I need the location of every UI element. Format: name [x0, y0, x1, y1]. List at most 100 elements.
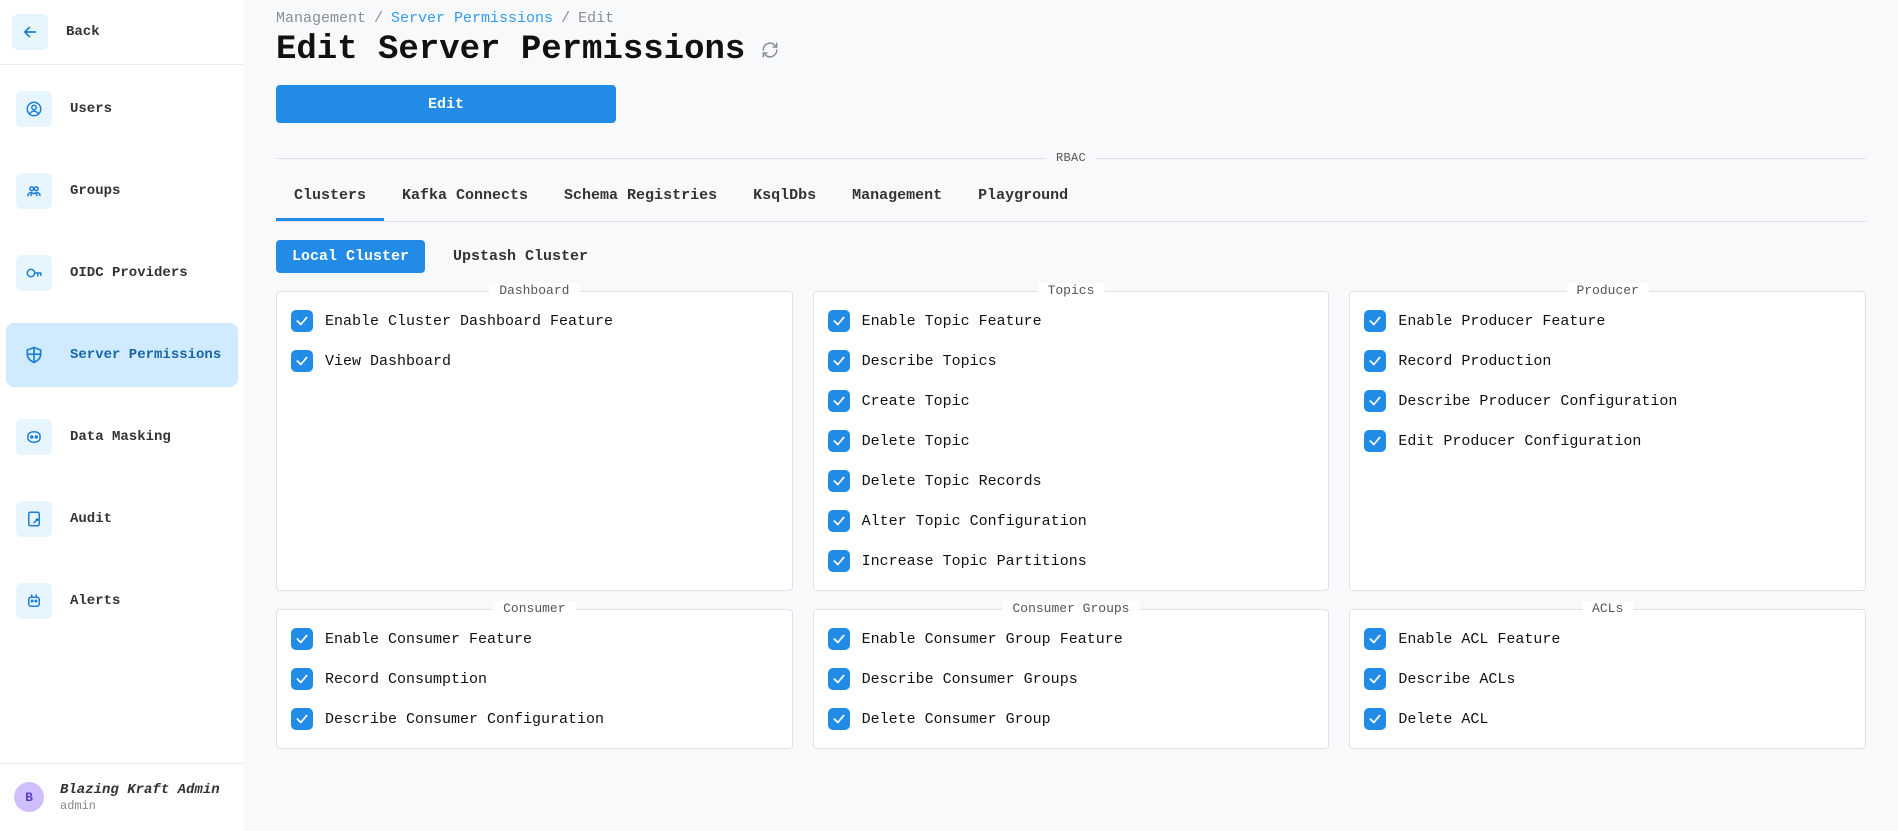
checkbox-checked-icon[interactable] — [291, 708, 313, 730]
permission-label: Create Topic — [862, 393, 970, 410]
tab-management[interactable]: Management — [834, 177, 960, 221]
permission-label: Delete Consumer Group — [862, 711, 1051, 728]
permission-item[interactable]: Delete Consumer Group — [828, 708, 1315, 730]
permission-label: Enable ACL Feature — [1398, 631, 1560, 648]
tab-kafka-connects[interactable]: Kafka Connects — [384, 177, 546, 221]
permission-label: Record Production — [1398, 353, 1551, 370]
permission-item[interactable]: Alter Topic Configuration — [828, 510, 1315, 532]
permission-label: Increase Topic Partitions — [862, 553, 1087, 570]
permission-item[interactable]: Describe Consumer Configuration — [291, 708, 778, 730]
page-title: Edit Server Permissions — [276, 31, 745, 69]
permission-item[interactable]: Describe Consumer Groups — [828, 668, 1315, 690]
checkbox-checked-icon[interactable] — [291, 350, 313, 372]
checkbox-checked-icon[interactable] — [828, 550, 850, 572]
sidebar-item-data-masking[interactable]: Data Masking — [6, 405, 238, 469]
permission-item[interactable]: Enable Producer Feature — [1364, 310, 1851, 332]
permission-item[interactable]: Enable Consumer Feature — [291, 628, 778, 650]
sidebar-item-audit[interactable]: Audit — [6, 487, 238, 551]
checkbox-checked-icon[interactable] — [1364, 628, 1386, 650]
sidebar-item-groups[interactable]: Groups — [6, 159, 238, 223]
checkbox-checked-icon[interactable] — [291, 310, 313, 332]
permission-item[interactable]: View Dashboard — [291, 350, 778, 372]
permission-label: View Dashboard — [325, 353, 451, 370]
sidebar-item-label: Data Masking — [70, 429, 171, 445]
checkbox-checked-icon[interactable] — [1364, 310, 1386, 332]
breadcrumb-parent[interactable]: Management — [276, 10, 366, 27]
tab-playground[interactable]: Playground — [960, 177, 1086, 221]
sidebar-item-label: OIDC Providers — [70, 265, 188, 281]
permission-list: Enable Consumer Group Feature Describe Co… — [828, 628, 1315, 730]
permission-item[interactable]: Edit Producer Configuration — [1364, 430, 1851, 452]
checkbox-checked-icon[interactable] — [828, 510, 850, 532]
mask-icon — [16, 419, 52, 455]
permission-label: Delete ACL — [1398, 711, 1488, 728]
card-legend: Producer — [1566, 283, 1648, 298]
footer-user-role: admin — [60, 799, 220, 813]
sidebar-item-label: Alerts — [70, 593, 120, 609]
checkbox-checked-icon[interactable] — [828, 430, 850, 452]
user-icon — [16, 91, 52, 127]
card-legend: Consumer — [493, 601, 575, 616]
avatar: B — [14, 782, 44, 812]
checkbox-checked-icon[interactable] — [291, 628, 313, 650]
permission-label: Alter Topic Configuration — [862, 513, 1087, 530]
permission-item[interactable]: Record Consumption — [291, 668, 778, 690]
permission-item[interactable]: Record Production — [1364, 350, 1851, 372]
permission-item[interactable]: Describe Topics — [828, 350, 1315, 372]
checkbox-checked-icon[interactable] — [828, 708, 850, 730]
permission-label: Describe Consumer Groups — [862, 671, 1078, 688]
sidebar-item-label: Audit — [70, 511, 112, 527]
checkbox-checked-icon[interactable] — [1364, 668, 1386, 690]
back-button[interactable]: Back — [0, 0, 244, 65]
permission-item[interactable]: Delete Topic — [828, 430, 1315, 452]
permission-item[interactable]: Delete Topic Records — [828, 470, 1315, 492]
sidebar-item-label: Users — [70, 101, 112, 117]
checkbox-checked-icon[interactable] — [828, 470, 850, 492]
permission-item[interactable]: Delete ACL — [1364, 708, 1851, 730]
checkbox-checked-icon[interactable] — [828, 668, 850, 690]
breadcrumb-link[interactable]: Server Permissions — [391, 10, 553, 27]
subtab-local-cluster[interactable]: Local Cluster — [276, 240, 425, 273]
permission-label: Record Consumption — [325, 671, 487, 688]
checkbox-checked-icon[interactable] — [828, 310, 850, 332]
shield-icon — [16, 337, 52, 373]
checkbox-checked-icon[interactable] — [828, 628, 850, 650]
tab-clusters[interactable]: Clusters — [276, 177, 384, 221]
permission-list: Enable Consumer Feature Record Consumptio… — [291, 628, 778, 730]
main-content: Management / Server Permissions / Edit E… — [244, 0, 1898, 831]
checkbox-checked-icon[interactable] — [1364, 430, 1386, 452]
permission-card-consumer: ConsumerEnable Consumer FeatureRecord Co… — [276, 609, 793, 749]
permission-item[interactable]: Describe ACLs — [1364, 668, 1851, 690]
footer-user: Blazing Kraft Admin admin — [60, 782, 220, 813]
checkbox-checked-icon[interactable] — [291, 668, 313, 690]
permission-item[interactable]: Enable Cluster Dashboard Feature — [291, 310, 778, 332]
subtab-upstash-cluster[interactable]: Upstash Cluster — [437, 240, 604, 273]
permission-list: Enable Producer Feature Record Production… — [1364, 310, 1851, 452]
permission-item[interactable]: Enable Consumer Group Feature — [828, 628, 1315, 650]
card-legend: Topics — [1038, 283, 1105, 298]
tab-ksqldbs[interactable]: KsqlDbs — [735, 177, 834, 221]
sidebar-item-alerts[interactable]: Alerts — [6, 569, 238, 633]
permission-label: Delete Topic — [862, 433, 970, 450]
sidebar-item-oidc[interactable]: OIDC Providers — [6, 241, 238, 305]
permission-item[interactable]: Enable ACL Feature — [1364, 628, 1851, 650]
sidebar-item-label: Server Permissions — [70, 347, 221, 363]
tab-schema-registries[interactable]: Schema Registries — [546, 177, 735, 221]
permission-item[interactable]: Increase Topic Partitions — [828, 550, 1315, 572]
cluster-subtabs: Local Cluster Upstash Cluster — [276, 240, 1866, 273]
edit-button[interactable]: Edit — [276, 85, 616, 123]
sidebar-item-users[interactable]: Users — [6, 77, 238, 141]
checkbox-checked-icon[interactable] — [1364, 390, 1386, 412]
sidebar-item-server-permissions[interactable]: Server Permissions — [6, 323, 238, 387]
sidebar-footer[interactable]: B Blazing Kraft Admin admin — [0, 763, 244, 831]
section-divider-label: RBAC — [1046, 151, 1096, 165]
refresh-icon[interactable] — [759, 39, 781, 61]
checkbox-checked-icon[interactable] — [1364, 708, 1386, 730]
permission-label: Enable Producer Feature — [1398, 313, 1605, 330]
permission-item[interactable]: Create Topic — [828, 390, 1315, 412]
checkbox-checked-icon[interactable] — [828, 390, 850, 412]
permission-item[interactable]: Describe Producer Configuration — [1364, 390, 1851, 412]
checkbox-checked-icon[interactable] — [1364, 350, 1386, 372]
permission-item[interactable]: Enable Topic Feature — [828, 310, 1315, 332]
checkbox-checked-icon[interactable] — [828, 350, 850, 372]
